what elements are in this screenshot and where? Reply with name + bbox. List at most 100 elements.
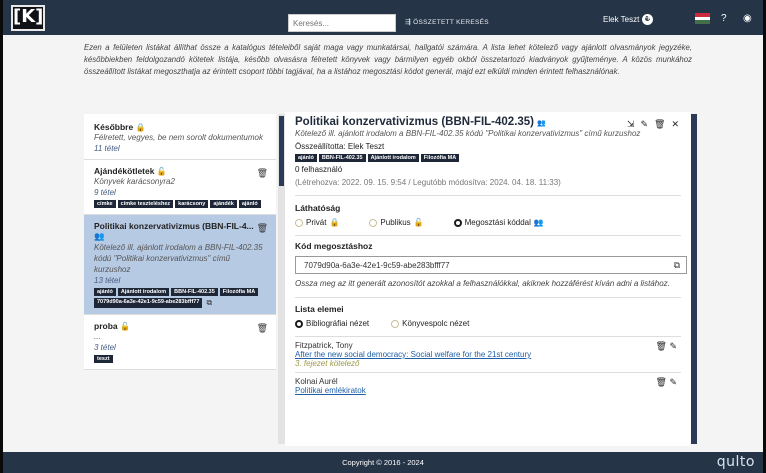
tag: teszt bbox=[94, 355, 113, 363]
group-icon: 👥 bbox=[94, 231, 105, 241]
footer: Copyright © 2016 - 2024 qulto bbox=[3, 452, 763, 473]
detail-title-text: Politikai konzervativizmus (BBN-FIL-402.… bbox=[295, 116, 535, 128]
tag: címke bbox=[94, 200, 116, 208]
tag: ajándék bbox=[210, 200, 237, 208]
divider bbox=[295, 372, 681, 373]
export-icon[interactable]: ⇲ bbox=[627, 119, 635, 130]
filter-icon: ⇶ bbox=[405, 19, 412, 26]
lock-icon: 🔒 bbox=[135, 123, 146, 132]
detail-subtitle: Kötelező ill. ajánlott irodalom a BBN-FI… bbox=[295, 129, 641, 138]
radio-share-code[interactable]: Megosztási kóddal 👥 bbox=[453, 218, 544, 227]
entry-title-link[interactable]: After the new social democracy: Social w… bbox=[295, 350, 531, 359]
trash-icon[interactable]: 🗑 bbox=[257, 323, 268, 334]
advanced-search-label: ÖSSZETETT KERESÉS bbox=[413, 19, 489, 26]
trash-icon[interactable]: 🗑 bbox=[257, 223, 268, 234]
divider bbox=[295, 297, 681, 298]
share-code-tag: 7079d90a-6a3e-42e1-9c59-abe283bfff77 bbox=[94, 298, 203, 308]
radio-bookshelf[interactable]: Könyvespolc nézet bbox=[391, 319, 469, 328]
group-icon: 👥 bbox=[537, 120, 546, 127]
list-item[interactable]: proba 🔓 🗑 ... 3 tétel teszt bbox=[84, 315, 276, 370]
radio-label: Bibliográfiai nézet bbox=[306, 319, 370, 328]
tag-list: címke címke teszteléshez karácsony ajánd… bbox=[94, 200, 266, 208]
list-item-count: 13 tétel bbox=[94, 276, 121, 285]
tag: címke teszteléshez bbox=[117, 200, 174, 208]
radio-private[interactable]: Privát 🔒 bbox=[295, 218, 339, 227]
list-item-count: 9 tétel bbox=[94, 188, 116, 197]
share-code-field[interactable]: 7079d90a-6a3e-42e1-9c59-abe283bfff77 ⧉ bbox=[295, 256, 687, 274]
list-item-title: Ajándékötletek 🔓 bbox=[94, 166, 266, 176]
list-item-desc: Félretett, vegyes, be nem sorolt dokumen… bbox=[94, 133, 263, 142]
list-title-text: Politikai konzervativizmus (BBN-FIL-4... bbox=[94, 221, 254, 231]
entry-title-link[interactable]: Politikai emlékiratok bbox=[295, 386, 366, 395]
logo[interactable]: [K] bbox=[11, 5, 45, 31]
list-scrollbar[interactable] bbox=[278, 114, 285, 444]
entry-actions: 🗑 ✎ bbox=[656, 377, 678, 388]
unlock-icon: 🔓 bbox=[156, 167, 167, 176]
list-title-text: Ajándékötletek bbox=[94, 166, 155, 176]
group-icon: 👥 bbox=[533, 218, 544, 227]
list-item[interactable]: Későbbre 🔒 Félretett, vegyes, be nem sor… bbox=[84, 114, 276, 160]
radio-bibliographic[interactable]: Bibliográfiai nézet bbox=[295, 319, 369, 328]
app: [K] ⇶ÖSSZETETT KERESÉS Elek Teszt ⇥ ? ◉ … bbox=[3, 0, 763, 473]
tag: Ajánlott irodalom bbox=[367, 154, 419, 162]
list-entry: Kolnai Aurél Politikai emlékiratok 🗑 ✎ bbox=[295, 377, 681, 395]
radio-label: Megosztási kóddal bbox=[464, 218, 531, 227]
tag: Filozófia MA bbox=[219, 288, 259, 296]
radio-button[interactable] bbox=[391, 319, 400, 328]
radio-button-checked[interactable] bbox=[295, 319, 303, 328]
edit-icon[interactable]: ✎ bbox=[669, 341, 677, 351]
logout-icon[interactable]: ⇥ bbox=[643, 13, 651, 24]
trash-icon[interactable]: 🗑 bbox=[654, 119, 665, 130]
copy-icon[interactable]: ⧉ bbox=[674, 260, 680, 271]
detail-scrollbar-thumb[interactable] bbox=[691, 116, 697, 311]
top-bar: [K] ⇶ÖSSZETETT KERESÉS Elek Teszt ⇥ ? ◉ bbox=[3, 0, 763, 35]
close-icon[interactable]: ✕ bbox=[671, 119, 679, 130]
list-title-text: proba bbox=[94, 321, 118, 331]
search-input[interactable] bbox=[288, 14, 396, 32]
edit-icon[interactable]: ✎ bbox=[640, 119, 648, 130]
radio-button[interactable] bbox=[369, 218, 378, 227]
radio-label: Privát bbox=[306, 218, 327, 227]
detail-users: 0 felhasználó bbox=[295, 165, 343, 174]
language-flag-icon[interactable] bbox=[695, 13, 710, 24]
list-detail-panel: Politikai konzervativizmus (BBN-FIL-402.… bbox=[285, 112, 691, 446]
entry-author: Kolnai Aurél bbox=[295, 377, 338, 386]
detail-actions: ⇲ ✎ 🗑 ✕ bbox=[627, 119, 679, 130]
list-elements-label: Lista elemei bbox=[295, 304, 344, 314]
share-code-help: Ossza meg az itt generált azonosítót azo… bbox=[295, 279, 670, 288]
radio-public[interactable]: Publikus 🔓 bbox=[369, 218, 424, 227]
entry-actions: 🗑 ✎ bbox=[656, 341, 678, 352]
eye-icon[interactable]: ◉ bbox=[743, 13, 752, 24]
list-item[interactable]: Ajándékötletek 🔓 🗑 Könyvek karácsonyra2 … bbox=[84, 160, 276, 215]
help-icon[interactable]: ? bbox=[721, 13, 727, 24]
detail-title: Politikai konzervativizmus (BBN-FIL-402.… bbox=[295, 116, 681, 128]
tag-list: teszt bbox=[94, 355, 266, 363]
trash-icon[interactable]: 🗑 bbox=[656, 377, 667, 387]
brand-logo: qulto bbox=[716, 454, 755, 470]
list-scrollbar-thumb[interactable] bbox=[279, 116, 284, 186]
tag-list: ajánló Ajánlott irodalom BBN-FIL-402.35 … bbox=[94, 288, 266, 308]
entry-author: Fitzpatrick, Tony bbox=[295, 341, 353, 350]
trash-icon[interactable]: 🗑 bbox=[656, 341, 667, 351]
list-item-title: Későbbre 🔒 bbox=[94, 122, 266, 132]
copy-icon[interactable]: ⧉ bbox=[206, 298, 212, 308]
list-sidebar: Későbbre 🔒 Félretett, vegyes, be nem sor… bbox=[84, 114, 276, 448]
unlock-icon: 🔓 bbox=[413, 218, 424, 227]
unlock-icon: 🔓 bbox=[120, 322, 130, 331]
radio-button[interactable] bbox=[295, 218, 303, 227]
window-frame: [K] ⇶ÖSSZETETT KERESÉS Elek Teszt ⇥ ? ◉ … bbox=[0, 0, 766, 473]
detail-author: Összeállította: Elek Teszt bbox=[295, 142, 385, 151]
visibility-radio-group: Privát 🔒 Publikus 🔓 Megosztási kóddal 👥 bbox=[295, 218, 681, 227]
list-item-desc: Könyvek karácsonyra2 bbox=[94, 177, 175, 186]
detail-scrollbar[interactable] bbox=[691, 114, 697, 444]
tag: BBN-FIL-402.35 bbox=[318, 154, 366, 162]
detail-tags: ajánló BBN-FIL-402.35 Ajánlott irodalom … bbox=[295, 154, 681, 162]
list-item-desc: Kötelező ill. ajánlott irodalom a BBN-FI… bbox=[94, 243, 263, 274]
trash-icon[interactable]: 🗑 bbox=[257, 168, 268, 179]
tag: ajánló bbox=[238, 200, 261, 208]
list-item-selected[interactable]: Politikai konzervativizmus (BBN-FIL-4...… bbox=[84, 215, 276, 315]
radio-button-checked[interactable] bbox=[453, 218, 462, 227]
tag: karácsony bbox=[175, 200, 209, 208]
edit-icon[interactable]: ✎ bbox=[669, 377, 677, 387]
advanced-search-link[interactable]: ⇶ ÖSSZETETT KERESÉS bbox=[405, 18, 489, 26]
